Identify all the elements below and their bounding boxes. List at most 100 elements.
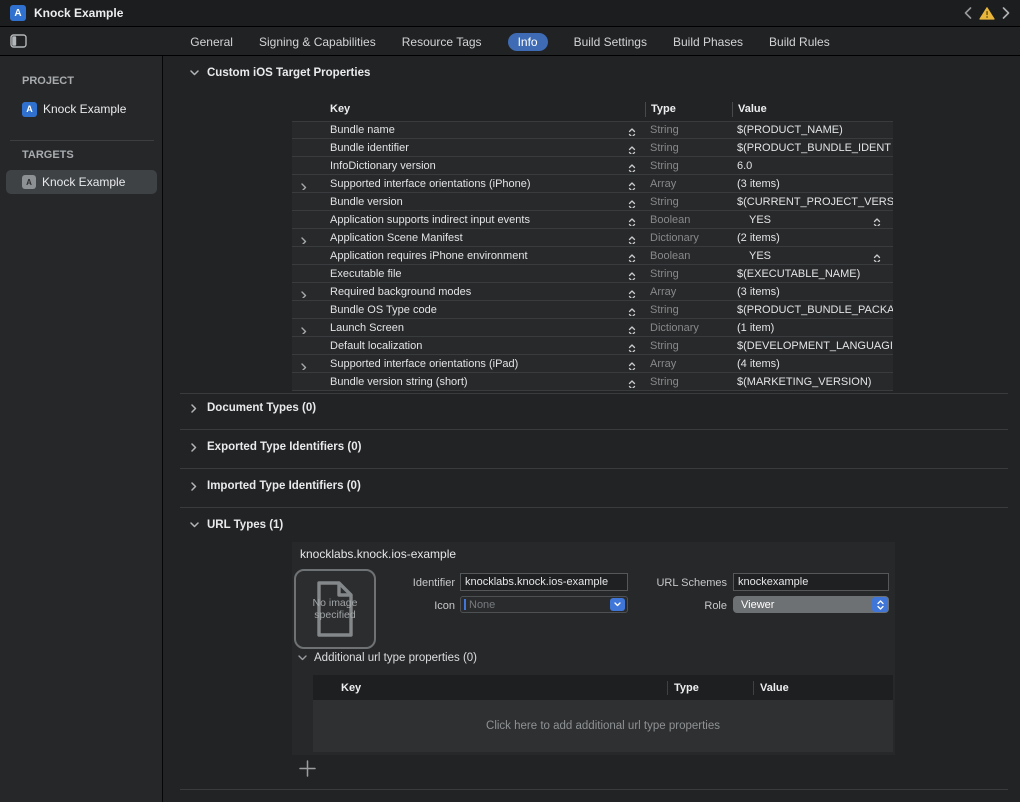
property-row[interactable]: Bundle versionString$(CURRENT_PROJECT_VE… <box>292 193 893 211</box>
property-row[interactable]: Default localizationString$(DEVELOPMENT_… <box>292 337 893 355</box>
property-key-cell: Bundle version string (short) <box>292 376 645 388</box>
section-separator <box>180 429 1008 430</box>
icon-combo-box[interactable]: None <box>460 596 628 613</box>
property-type-cell: String <box>645 340 732 352</box>
stepper-icon[interactable] <box>628 163 636 172</box>
section-exported-type-identifiers[interactable]: Exported Type Identifiers (0) <box>189 441 361 453</box>
property-row[interactable]: Bundle identifierString$(PRODUCT_BUNDLE_… <box>292 139 893 157</box>
custom-props-section-header[interactable]: Custom iOS Target Properties <box>189 67 370 79</box>
url-schemes-field[interactable] <box>733 573 889 591</box>
stepper-icon[interactable] <box>628 199 636 208</box>
chevron-down-icon[interactable] <box>298 652 307 664</box>
property-value-label: $(CURRENT_PROJECT_VERS <box>737 196 893 208</box>
property-row[interactable]: Supported interface orientations (iPad)A… <box>292 355 893 373</box>
value-popup-stepper-icon[interactable] <box>873 217 881 226</box>
tab-build-rules[interactable]: Build Rules <box>769 33 830 51</box>
property-key-label: Application Scene Manifest <box>330 232 463 244</box>
property-row[interactable]: Launch ScreenDictionary(1 item) <box>292 319 893 337</box>
stepper-icon[interactable] <box>628 181 636 190</box>
tab-build-settings[interactable]: Build Settings <box>574 33 647 51</box>
forward-chevron-icon[interactable] <box>1002 7 1010 19</box>
stepper-icon[interactable] <box>628 253 636 262</box>
property-row[interactable]: InfoDictionary versionString6.0 <box>292 157 893 175</box>
chevron-down-icon[interactable] <box>189 70 199 76</box>
role-popup-button[interactable]: Viewer <box>733 596 889 613</box>
property-key-cell: Bundle version <box>292 196 645 208</box>
section-separator <box>180 507 1008 508</box>
sidebar: PROJECT A Knock Example TARGETS A Knock … <box>0 56 163 802</box>
tab-signing-capabilities[interactable]: Signing & Capabilities <box>259 33 376 51</box>
property-type-cell: Array <box>645 178 732 190</box>
property-key-label: Application requires iPhone environment <box>330 250 528 262</box>
tab-general[interactable]: General <box>190 33 233 51</box>
property-key-cell: Executable file <box>292 268 645 280</box>
property-key-label: Launch Screen <box>330 322 404 334</box>
property-row[interactable]: Bundle OS Type codeString$(PRODUCT_BUNDL… <box>292 301 893 319</box>
property-row[interactable]: Executable fileString$(EXECUTABLE_NAME) <box>292 265 893 283</box>
warning-icon[interactable] <box>979 7 995 20</box>
back-chevron-icon[interactable] <box>964 7 972 19</box>
property-type-cell: String <box>645 160 732 172</box>
chevron-down-icon[interactable] <box>189 522 199 528</box>
tab-build-phases[interactable]: Build Phases <box>673 33 743 51</box>
tab-info[interactable]: Info <box>508 33 548 51</box>
xcode-window: A Knock Example Gen <box>0 0 1020 802</box>
stepper-icon[interactable] <box>628 325 636 334</box>
stepper-icon[interactable] <box>628 217 636 226</box>
url-type-image-well[interactable]: No image specified <box>294 569 376 649</box>
sidebar-item-project[interactable]: A Knock Example <box>6 97 157 121</box>
property-value-label: 6.0 <box>737 160 752 172</box>
property-value-label: (1 item) <box>737 322 774 334</box>
stepper-icon[interactable] <box>628 361 636 370</box>
add-url-type-button[interactable] <box>297 758 317 778</box>
section-imported-type-identifiers[interactable]: Imported Type Identifiers (0) <box>189 480 361 492</box>
disclosure-chevron-icon[interactable] <box>301 327 307 334</box>
document-types-title: Document Types (0) <box>207 402 316 414</box>
section-document-types[interactable]: Document Types (0) <box>189 402 316 414</box>
stepper-icon[interactable] <box>628 289 636 298</box>
additional-props-table: Key Type Value Click here to add additio… <box>313 675 893 752</box>
disclosure-chevron-icon[interactable] <box>301 237 307 244</box>
property-value-cell: 6.0 <box>732 160 893 172</box>
text-caret <box>464 599 466 610</box>
stepper-icon[interactable] <box>628 379 636 388</box>
property-row[interactable]: Required background modesArray(3 items) <box>292 283 893 301</box>
chevron-right-icon[interactable] <box>189 404 199 413</box>
stepper-icon[interactable] <box>628 343 636 352</box>
tab-resource-tags[interactable]: Resource Tags <box>402 33 482 51</box>
property-value-cell[interactable]: YES <box>732 250 893 262</box>
identifier-field[interactable] <box>460 573 628 591</box>
stepper-icon[interactable] <box>628 127 636 136</box>
column-header-value: Value <box>753 681 893 695</box>
target-tabs: General Signing & Capabilities Resource Ta… <box>0 28 1020 55</box>
chevron-right-icon[interactable] <box>189 443 199 452</box>
stepper-icon[interactable] <box>628 271 636 280</box>
sidebar-item-target[interactable]: A Knock Example <box>6 170 157 194</box>
property-type-cell: String <box>645 268 732 280</box>
boolean-value-label: YES <box>749 250 771 262</box>
combo-dropdown-icon[interactable] <box>610 598 625 611</box>
property-row[interactable]: Application Scene ManifestDictionary(2 i… <box>292 229 893 247</box>
additional-props-empty-row[interactable]: Click here to add additional url type pr… <box>313 700 893 752</box>
props-table-rows: Bundle nameString$(PRODUCT_NAME)Bundle i… <box>292 121 893 391</box>
value-popup-stepper-icon[interactable] <box>873 253 881 262</box>
chevron-right-icon[interactable] <box>189 482 199 491</box>
property-row[interactable]: Bundle version string (short)String$(MAR… <box>292 373 893 391</box>
disclosure-chevron-icon[interactable] <box>301 291 307 298</box>
property-row[interactable]: Bundle nameString$(PRODUCT_NAME) <box>292 121 893 139</box>
icon-label: Icon <box>380 600 455 612</box>
stepper-icon[interactable] <box>628 235 636 244</box>
property-row[interactable]: Application requires iPhone environmentB… <box>292 247 893 265</box>
url-types-title: URL Types (1) <box>207 519 283 531</box>
property-value-cell[interactable]: YES <box>732 214 893 226</box>
disclosure-chevron-icon[interactable] <box>301 183 307 190</box>
property-value-cell: $(EXECUTABLE_NAME) <box>732 268 893 280</box>
section-url-types[interactable]: URL Types (1) <box>189 519 283 531</box>
property-row[interactable]: Supported interface orientations (iPhone… <box>292 175 893 193</box>
disclosure-chevron-icon[interactable] <box>301 363 307 370</box>
property-row[interactable]: Application supports indirect input even… <box>292 211 893 229</box>
stepper-icon[interactable] <box>628 307 636 316</box>
additional-props-header[interactable]: Additional url type properties (0) <box>298 652 477 664</box>
stepper-icon[interactable] <box>628 145 636 154</box>
property-type-cell: String <box>645 304 732 316</box>
